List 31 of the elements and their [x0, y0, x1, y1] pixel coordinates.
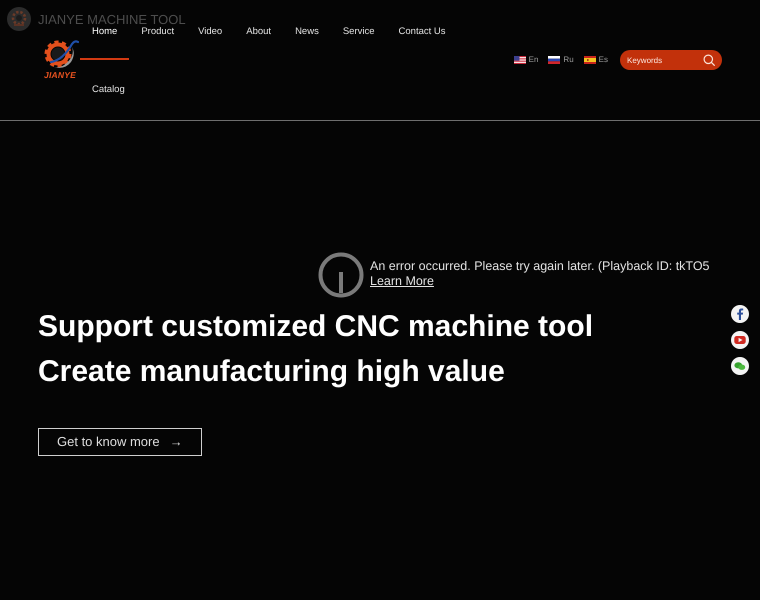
- search-icon[interactable]: [703, 54, 715, 66]
- active-indicator-line: [80, 58, 130, 60]
- nav-link[interactable]: Product: [129, 26, 186, 38]
- nav-link[interactable]: Catalog: [80, 84, 137, 96]
- hero-headline: Support customized CNC machine tool: [38, 309, 594, 345]
- nav-link[interactable]: About: [234, 26, 284, 38]
- nav-link[interactable]: Contact Us: [386, 26, 458, 38]
- nav-link[interactable]: Home: [80, 26, 130, 38]
- language-link[interactable]: Ru: [548, 55, 574, 65]
- nav-link[interactable]: Service: [330, 26, 387, 38]
- nav-link[interactable]: Video: [186, 26, 234, 38]
- language-link[interactable]: Es: [584, 55, 608, 65]
- search-bar[interactable]: Keywords: [620, 50, 722, 70]
- youtube-icon[interactable]: [731, 331, 749, 349]
- us-flag-icon: [514, 56, 526, 64]
- chat-bubbles-icon[interactable]: [731, 357, 749, 375]
- error-icon: [318, 252, 364, 298]
- russia-flag-icon: [548, 56, 560, 64]
- get-to-know-more-button[interactable]: Get to know more →: [38, 428, 202, 456]
- spain-flag-icon: [584, 56, 596, 64]
- logo-text: JIANYE: [44, 70, 76, 80]
- channel-avatar-icon: [7, 7, 31, 31]
- language-link[interactable]: En: [514, 55, 538, 65]
- learn-more-link[interactable]: Learn More: [370, 274, 434, 289]
- nav-link[interactable]: News: [283, 26, 331, 38]
- search-field[interactable]: Keywords: [627, 53, 701, 67]
- facebook-icon[interactable]: [731, 305, 749, 323]
- error-message: An error occurred. Please try again later. (Playback ID: tkTO5: [370, 259, 710, 274]
- arrow-icon: →: [170, 432, 183, 452]
- channel-title: JIANYE MACHINE TOOL: [38, 12, 186, 26]
- hero-headline: Create manufacturing high value: [38, 354, 505, 390]
